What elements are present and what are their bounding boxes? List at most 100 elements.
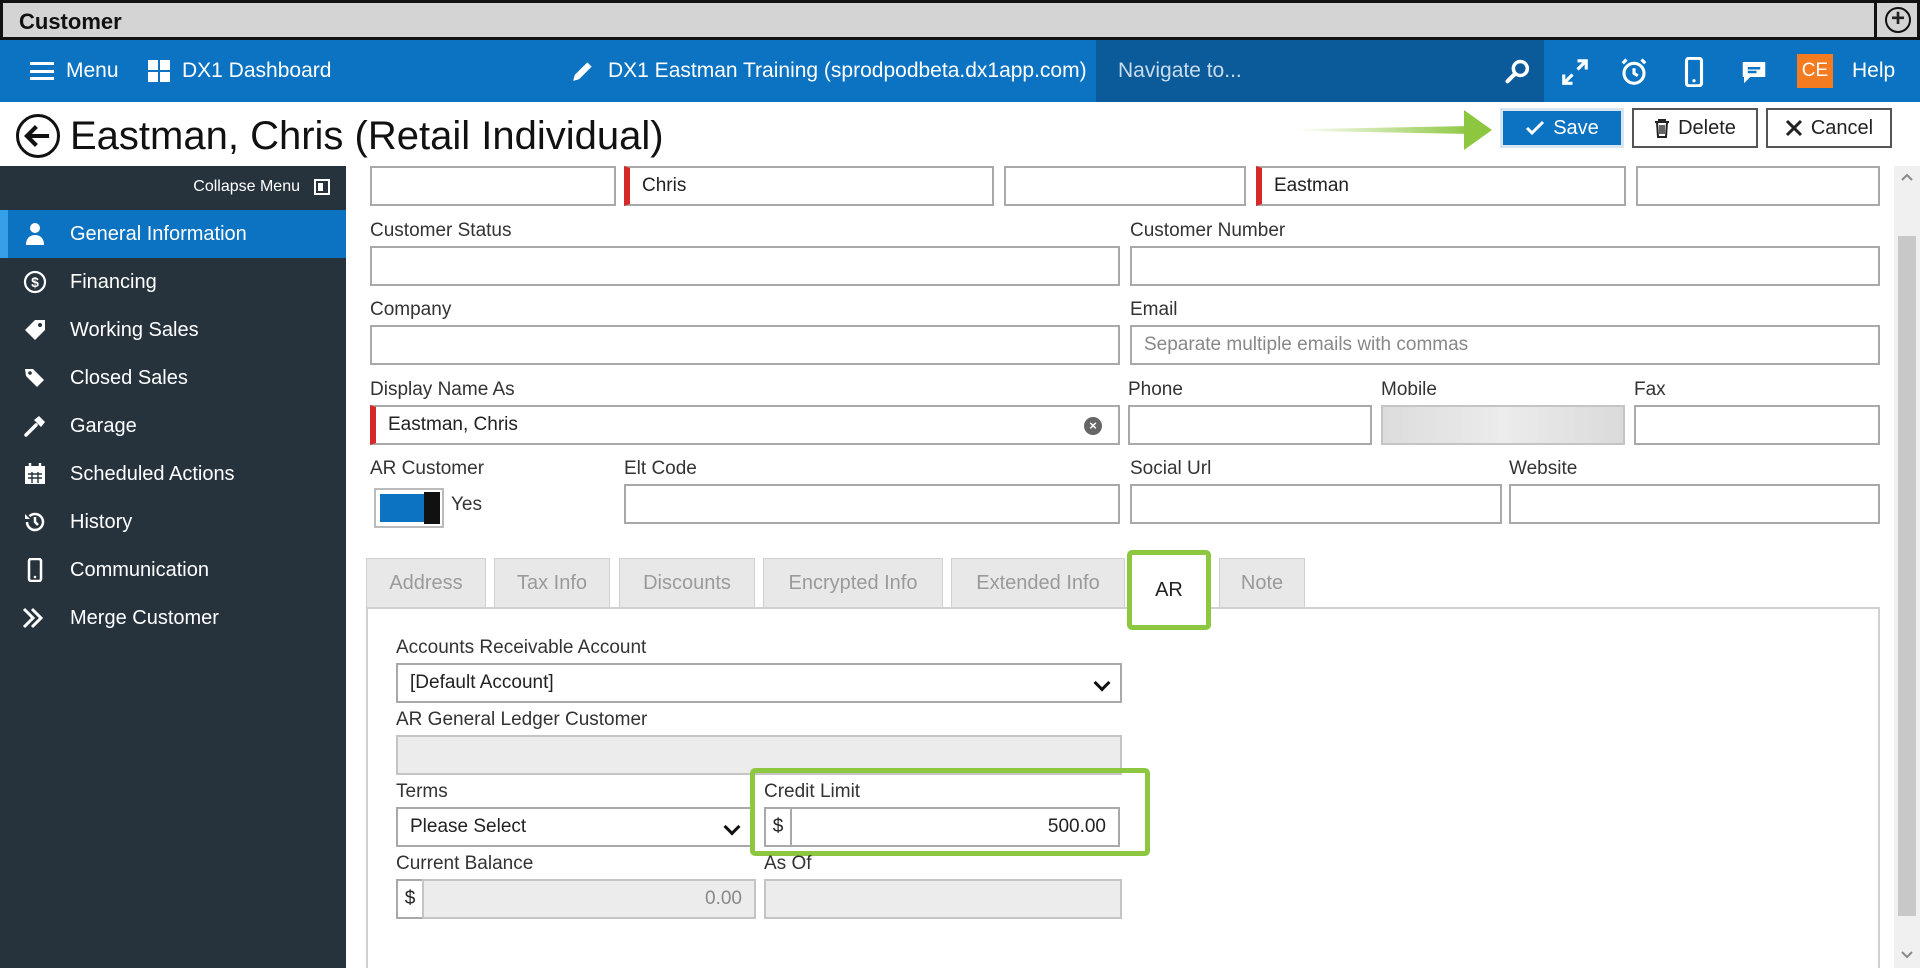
tab-note[interactable]: Note — [1219, 558, 1305, 608]
add-tab-icon[interactable]: + — [1885, 7, 1911, 33]
first-name-field[interactable]: Chris — [624, 166, 994, 206]
sidebar-item-communication[interactable]: Communication — [0, 546, 346, 594]
tab-ar[interactable]: AR — [1127, 550, 1211, 630]
save-button[interactable]: Save — [1500, 108, 1624, 148]
tab-address[interactable]: Address — [366, 558, 486, 608]
window-title: Customer — [19, 9, 122, 34]
cancel-button[interactable]: Cancel — [1766, 108, 1892, 148]
vertical-scrollbar[interactable] — [1894, 166, 1920, 968]
name-suffix-field[interactable] — [1636, 166, 1880, 206]
sidebar-item-label: History — [70, 510, 133, 533]
website-field[interactable] — [1509, 484, 1880, 524]
customer-number-field[interactable] — [1130, 246, 1880, 286]
mobile-icon[interactable] — [1674, 52, 1714, 92]
tag-icon — [22, 317, 48, 343]
sidebar-item-working-sales[interactable]: Working Sales — [0, 306, 346, 354]
current-balance-currency: $ — [396, 879, 424, 919]
mobile-field[interactable] — [1381, 405, 1625, 445]
scroll-up-icon[interactable] — [1900, 170, 1914, 184]
delete-button[interactable]: Delete — [1632, 108, 1758, 148]
scroll-down-icon[interactable] — [1900, 948, 1914, 962]
sidebar-item-label: Closed Sales — [70, 366, 188, 389]
customer-status-field[interactable] — [370, 246, 1120, 286]
calendar-icon — [22, 461, 48, 487]
collapse-panel-icon — [314, 179, 330, 195]
ar-customer-toggle[interactable] — [374, 488, 444, 528]
sidebar-item-label: Garage — [70, 414, 137, 437]
email-label: Email — [1130, 299, 1178, 320]
dashboard-link[interactable]: DX1 Dashboard — [148, 40, 331, 102]
sidebar-item-general-information[interactable]: General Information — [0, 210, 346, 258]
pencil-icon — [573, 62, 592, 81]
email-field[interactable]: Separate multiple emails with commas — [1130, 325, 1880, 365]
last-name-field[interactable]: Eastman — [1256, 166, 1626, 206]
mobile-label: Mobile — [1381, 379, 1437, 400]
site-label: DX1 Eastman Training (sprodpodbeta.dx1ap… — [608, 59, 1087, 82]
name-prefix-field[interactable] — [370, 166, 616, 206]
social-url-field[interactable] — [1130, 484, 1502, 524]
terms-label: Terms — [396, 781, 448, 802]
page-title: Eastman, Chris (Retail Individual) — [70, 114, 664, 158]
tags-icon — [22, 365, 48, 391]
dollar-icon: $ — [22, 269, 48, 295]
elt-code-field[interactable] — [624, 484, 1120, 524]
help-link[interactable]: Help — [1852, 40, 1895, 102]
sidebar-item-label: Financing — [70, 270, 157, 293]
customer-status-label: Customer Status — [370, 220, 512, 241]
sidebar-item-history[interactable]: History — [0, 498, 346, 546]
svg-text:$: $ — [31, 274, 39, 290]
site-selector[interactable]: DX1 Eastman Training (sprodpodbeta.dx1ap… — [570, 40, 1087, 102]
user-avatar[interactable]: CE — [1797, 54, 1833, 88]
back-arrow-icon[interactable] — [16, 114, 60, 158]
navigate-input[interactable] — [1118, 56, 1498, 86]
window-title-bar: Customer + — [0, 0, 1920, 40]
chat-icon[interactable] — [1734, 52, 1774, 92]
sidebar-item-label: Scheduled Actions — [70, 462, 235, 485]
trash-icon — [1655, 119, 1670, 138]
help-label: Help — [1852, 59, 1896, 82]
save-label: Save — [1553, 116, 1599, 139]
phone-field[interactable] — [1128, 405, 1372, 445]
sidebar-item-financing[interactable]: $ Financing — [0, 258, 346, 306]
collapse-menu-button[interactable]: Collapse Menu — [193, 178, 330, 196]
person-icon — [22, 221, 48, 247]
alarm-clock-icon[interactable] — [1614, 52, 1654, 92]
fax-label: Fax — [1634, 379, 1666, 400]
website-label: Website — [1509, 458, 1578, 479]
sidebar-item-scheduled-actions[interactable]: Scheduled Actions — [0, 450, 346, 498]
credit-limit-label: Credit Limit — [764, 781, 861, 802]
customer-number-label: Customer Number — [1130, 220, 1286, 241]
merge-icon — [22, 605, 48, 631]
menu-button[interactable]: Menu — [30, 40, 119, 102]
current-balance-field[interactable]: 0.00 — [422, 879, 756, 919]
clear-icon[interactable]: × — [1084, 417, 1102, 435]
history-icon — [22, 509, 48, 535]
delete-label: Delete — [1678, 116, 1736, 139]
navigate-search-box — [1096, 40, 1544, 102]
scrollbar-thumb[interactable] — [1898, 236, 1916, 916]
sidebar-item-merge-customer[interactable]: Merge Customer — [0, 594, 346, 642]
sidebar-item-closed-sales[interactable]: Closed Sales — [0, 354, 346, 402]
tab-extended-info[interactable]: Extended Info — [951, 558, 1125, 608]
tab-encrypted-info[interactable]: Encrypted Info — [763, 558, 943, 608]
company-field[interactable] — [370, 325, 1120, 365]
credit-limit-field[interactable]: 500.00 — [790, 807, 1120, 847]
search-icon[interactable] — [1498, 52, 1538, 92]
ar-account-select[interactable]: [Default Account] — [396, 663, 1122, 703]
fax-field[interactable] — [1634, 405, 1880, 445]
terms-select[interactable]: Please Select — [396, 807, 752, 847]
tab-tax-info[interactable]: Tax Info — [494, 558, 610, 608]
middle-name-field[interactable] — [1004, 166, 1246, 206]
display-name-field[interactable]: Eastman, Chris × — [370, 405, 1120, 445]
toggle-on-track — [380, 494, 424, 522]
expand-icon[interactable] — [1555, 52, 1595, 92]
tab-discounts[interactable]: Discounts — [619, 558, 755, 608]
dashboard-label: DX1 Dashboard — [182, 59, 332, 82]
as-of-label: As Of — [764, 853, 812, 874]
collapse-menu-label: Collapse Menu — [193, 178, 300, 195]
sidebar-item-label: Communication — [70, 558, 209, 581]
sidebar-item-garage[interactable]: Garage — [0, 402, 346, 450]
as-of-field[interactable] — [764, 879, 1122, 919]
hamburger-icon — [30, 62, 54, 80]
title-divider — [1874, 3, 1877, 37]
